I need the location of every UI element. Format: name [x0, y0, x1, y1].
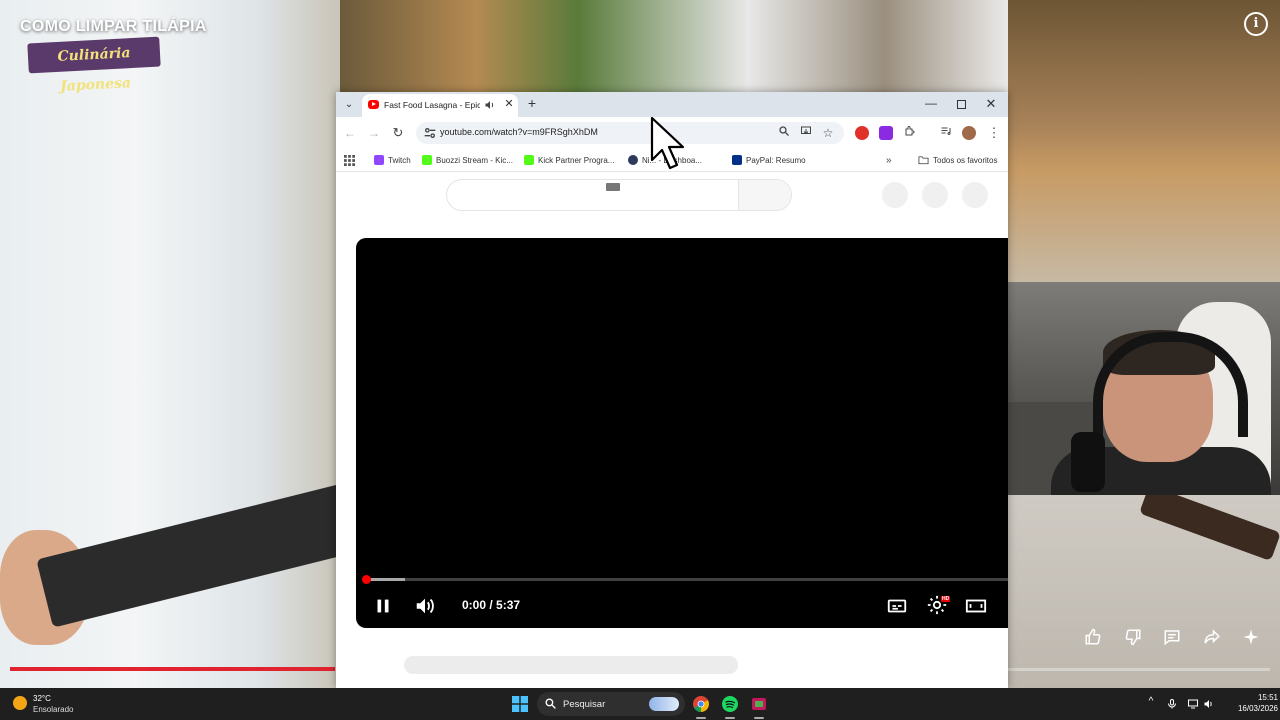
bookmark-label: Buozzi Stream - Kic... [436, 155, 513, 165]
all-bookmarks[interactable]: Todos os favoritos [918, 153, 997, 167]
profile-avatar[interactable] [962, 126, 976, 140]
taskbar-search-placeholder: Pesquisar [563, 699, 606, 710]
share-icon[interactable] [1197, 622, 1227, 652]
chrome-icon[interactable] [693, 696, 709, 712]
background-progress-track-right [1008, 668, 1270, 671]
windows-start-icon[interactable] [512, 696, 528, 712]
webcam-overlay [991, 282, 1280, 495]
info-icon[interactable]: i [1244, 12, 1268, 36]
comment-icon[interactable] [1157, 622, 1187, 652]
folder-icon [918, 156, 929, 165]
address-bar[interactable]: youtube.com/watch?v=m9FRSghXhDM ☆ [416, 122, 844, 144]
microphone [1071, 432, 1105, 492]
extension-red-icon[interactable] [855, 126, 869, 140]
url-text: youtube.com/watch?v=m9FRSghXhDM [440, 127, 598, 137]
new-tab-icon[interactable]: + [524, 95, 540, 111]
taskbar-search[interactable]: Pesquisar [537, 692, 685, 716]
search-icon [544, 697, 558, 711]
tab-title: Fast Food Lasagna - Epic M [384, 100, 480, 110]
bookmark-star-icon[interactable]: ☆ [820, 125, 836, 141]
microphone-icon[interactable] [1166, 697, 1178, 709]
dashboard-favicon-icon [628, 155, 638, 165]
browser-window: ⌄ Fast Food Lasagna - Epic M ✕ + — ✕ ← →… [336, 92, 1008, 688]
weather-description[interactable]: Ensolarado [33, 705, 73, 714]
extension-purple-icon[interactable] [879, 126, 893, 140]
loading-placeholder [404, 656, 738, 674]
weather-temperature[interactable]: 32°C [33, 694, 51, 703]
maximize-button[interactable] [950, 95, 972, 113]
hd-badge: HD [941, 596, 951, 602]
background-progress-fill [10, 667, 335, 671]
progress-bar[interactable] [366, 578, 1008, 581]
media-control-icon[interactable] [938, 125, 954, 141]
volume-icon[interactable] [414, 595, 438, 617]
video-actions [1078, 620, 1266, 654]
theater-mode-icon[interactable] [965, 595, 989, 617]
chrome-active-indicator [696, 717, 706, 719]
scrubber-handle[interactable] [362, 575, 371, 584]
youtube-page: 0:00 / 5:37 HD [336, 172, 1008, 688]
tab-search-chevron-icon[interactable]: ⌄ [340, 96, 358, 114]
placeholder-circle[interactable] [962, 182, 988, 208]
dislike-icon[interactable] [1118, 622, 1148, 652]
pause-icon[interactable] [372, 595, 394, 617]
capture-app-icon[interactable] [751, 696, 767, 712]
youtube-favicon-icon [368, 100, 379, 109]
install-app-icon[interactable] [798, 125, 814, 141]
restaurant-counter-scene [1008, 0, 1280, 282]
site-info-icon[interactable] [422, 125, 438, 141]
like-icon[interactable] [1078, 622, 1108, 652]
menu-kebab-icon[interactable]: ⋮ [986, 125, 1002, 141]
placeholder-circle[interactable] [922, 182, 948, 208]
search-highlight-art [649, 697, 679, 711]
bookmark-label: Kick Partner Progra... [538, 155, 615, 165]
sparkle-icon[interactable] [1236, 622, 1266, 652]
bookmark-label: Twitch [388, 155, 411, 165]
apps-grid-icon[interactable] [344, 153, 355, 167]
minimize-button[interactable]: — [920, 95, 942, 113]
tab-close-icon[interactable]: ✕ [502, 97, 516, 111]
taskbar: 32°C Ensolarado Pesquisar ^ 15:51 16/03/… [0, 688, 1280, 720]
weather-sun-icon[interactable] [13, 696, 27, 710]
back-icon[interactable]: ← [342, 125, 358, 141]
keyboard-icon[interactable] [606, 183, 620, 191]
clock-date[interactable]: 16/03/2026 [1226, 704, 1278, 713]
browser-tab-active[interactable]: Fast Food Lasagna - Epic M ✕ [362, 94, 518, 117]
bookmark-paypal[interactable]: PayPal: Resumo [732, 153, 806, 167]
forward-icon[interactable]: → [366, 125, 382, 141]
zoom-icon[interactable] [776, 125, 792, 141]
spotify-icon[interactable] [722, 696, 738, 712]
bookmark-kick-partner[interactable]: Kick Partner Progra... [524, 153, 614, 167]
clock-time[interactable]: 15:51 [1238, 693, 1278, 702]
app-open-indicator [754, 717, 764, 719]
bookmark-buozzi-stream[interactable]: Buozzi Stream - Kic... [422, 153, 513, 167]
close-window-button[interactable]: ✕ [980, 95, 1002, 113]
all-bookmarks-label: Todos os favoritos [933, 155, 998, 165]
background-video-title: COMO LIMPAR TILÁPIA [20, 18, 207, 35]
tray-overflow-chevron-icon[interactable]: ^ [1146, 696, 1156, 707]
placeholder-circle[interactable] [882, 182, 908, 208]
extensions-puzzle-icon[interactable] [902, 125, 918, 141]
mouse-cursor-icon [650, 116, 690, 172]
paypal-icon [732, 155, 742, 165]
network-icon[interactable] [1187, 697, 1199, 709]
tab-audio-icon[interactable] [484, 98, 496, 112]
time-display: 0:00 / 5:37 [462, 598, 521, 612]
restaurant-scene [340, 0, 1020, 95]
buffer-bar [366, 578, 405, 581]
twitch-icon [374, 155, 384, 165]
more-bookmarks-chevron-icon[interactable]: » [886, 153, 892, 167]
bookmark-label: PayPal: Resumo [746, 155, 806, 165]
bookmark-twitch[interactable]: Twitch [374, 153, 411, 167]
spotify-open-indicator [725, 717, 735, 719]
speaker-icon[interactable] [1203, 697, 1215, 709]
kick-icon [422, 155, 432, 165]
video-player[interactable]: 0:00 / 5:37 HD [356, 238, 1008, 628]
youtube-search-button[interactable] [738, 180, 791, 210]
title-bar: ⌄ Fast Food Lasagna - Epic M ✕ + — ✕ [336, 92, 1008, 117]
kick-icon [524, 155, 534, 165]
subtitles-icon[interactable] [886, 595, 908, 617]
reload-icon[interactable]: ↻ [390, 125, 406, 141]
